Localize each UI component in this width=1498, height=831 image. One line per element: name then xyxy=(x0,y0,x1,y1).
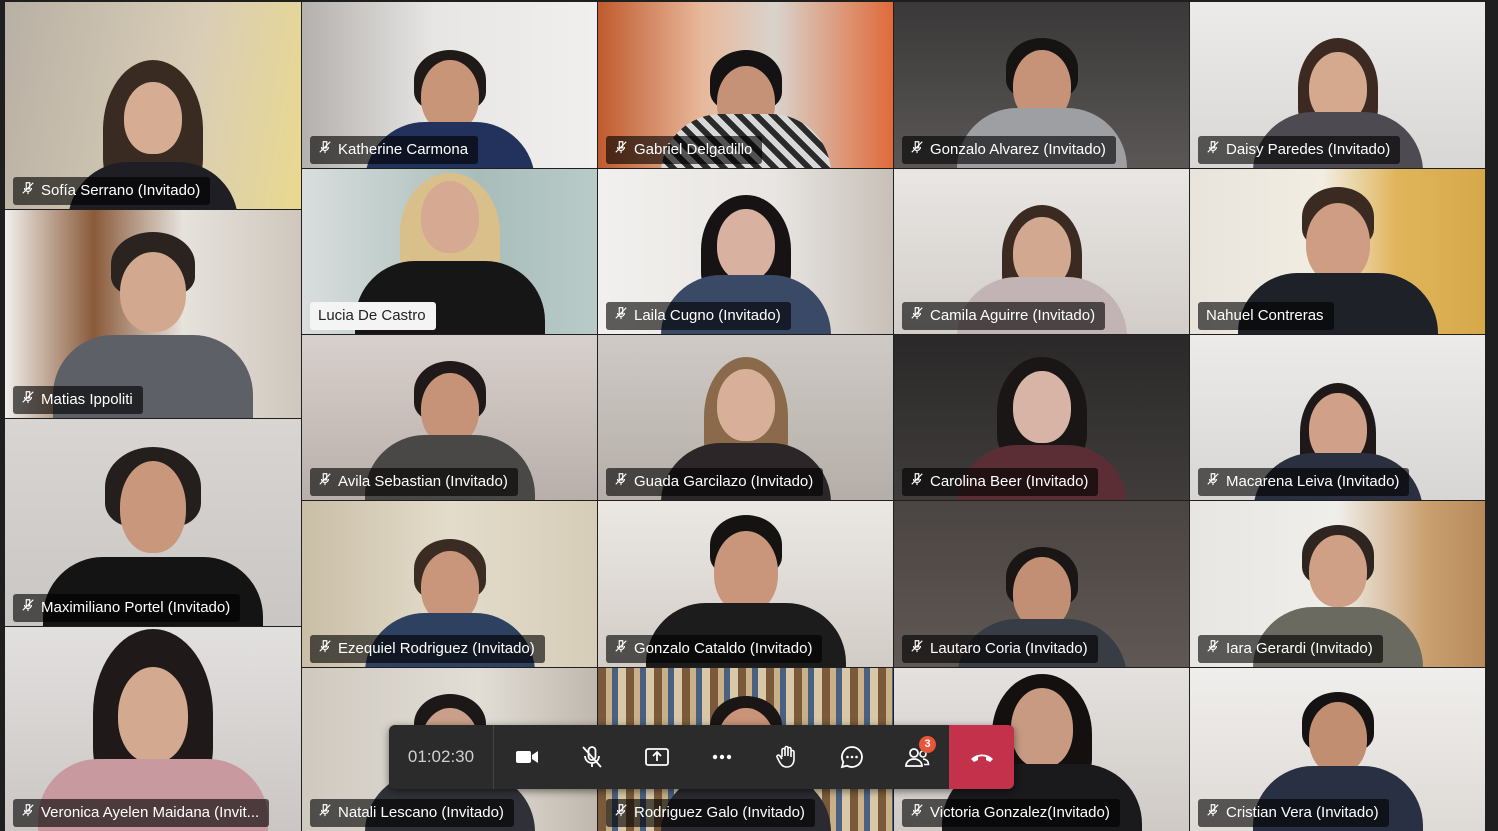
participant-name: Laila Cugno (Invitado) xyxy=(606,302,791,330)
mic-off-icon xyxy=(21,386,35,414)
mic-button[interactable] xyxy=(559,725,624,789)
mic-off-icon xyxy=(614,136,628,164)
raise-hand-icon xyxy=(775,745,795,768)
mic-off-icon xyxy=(581,746,602,768)
mic-off-icon xyxy=(318,136,332,164)
leave-call-button[interactable] xyxy=(949,725,1014,789)
meeting-toolbar: 01:02:30 3 xyxy=(389,725,1014,789)
participant-name: Macarena Leiva (Invitado) xyxy=(1198,468,1410,496)
more-icon xyxy=(712,754,731,760)
mic-off-icon xyxy=(1206,136,1220,164)
video-tile-gonzalo-cataldo[interactable]: Gonzalo Cataldo (Invitado) xyxy=(598,501,893,667)
mic-off-icon xyxy=(318,468,332,496)
participant-name: Gabriel Delgadillo xyxy=(606,136,763,164)
hang-up-icon xyxy=(970,754,993,762)
meeting-timer: 01:02:30 xyxy=(389,725,494,789)
participant-name: Gonzalo Cataldo (Invitado) xyxy=(606,635,823,663)
share-screen-icon xyxy=(644,748,669,766)
video-tile-maximiliano-portel[interactable]: Maximiliano Portel (Invitado) xyxy=(5,419,301,626)
mic-off-icon xyxy=(614,635,628,663)
mic-off-icon xyxy=(614,302,628,330)
participant-name: Matias Ippoliti xyxy=(13,386,143,414)
participant-name: Ezequiel Rodriguez (Invitado) xyxy=(310,635,545,663)
video-tile-guada-garcilazo[interactable]: Guada Garcilazo (Invitado) xyxy=(598,335,893,500)
mic-off-icon xyxy=(1206,468,1220,496)
mic-off-icon xyxy=(318,635,332,663)
video-tile-daisy-paredes[interactable]: Daisy Paredes (Invitado) xyxy=(1190,2,1485,168)
video-tile-gabriel-delgadillo[interactable]: Gabriel Delgadillo xyxy=(598,2,893,168)
video-tile-macarena-leiva[interactable]: Macarena Leiva (Invitado) xyxy=(1190,335,1485,500)
mic-off-icon xyxy=(1206,635,1220,663)
mic-off-icon xyxy=(910,136,924,164)
camera-icon xyxy=(515,751,538,763)
video-tile-veronica-maidana[interactable]: Veronica Ayelen Maidana (Invit... xyxy=(5,627,301,831)
more-options-button[interactable] xyxy=(689,725,754,789)
participant-name: Sofía Serrano (Invitado) xyxy=(13,177,211,205)
participant-name: Lautaro Coria (Invitado) xyxy=(902,635,1098,663)
mic-off-icon xyxy=(1206,799,1220,827)
participant-name: Gonzalo Alvarez (Invitado) xyxy=(902,136,1116,164)
participant-name: Avila Sebastian (Invitado) xyxy=(310,468,518,496)
video-tile-nahuel-contreras[interactable]: Nahuel Contreras xyxy=(1190,169,1485,334)
video-tile-ezequiel-rodriguez[interactable]: Ezequiel Rodriguez (Invitado) xyxy=(302,501,597,667)
mic-off-icon xyxy=(318,799,332,827)
participant-name: Cristian Vera (Invitado) xyxy=(1198,799,1389,827)
mic-off-icon xyxy=(614,799,628,827)
participant-name: Camila Aguirre (Invitado) xyxy=(902,302,1106,330)
video-tile-lautaro-coria[interactable]: Lautaro Coria (Invitado) xyxy=(894,501,1189,667)
mic-off-icon xyxy=(21,594,35,622)
participants-button[interactable]: 3 xyxy=(884,725,949,789)
participant-name: Natali Lescano (Invitado) xyxy=(310,799,514,827)
camera-button[interactable] xyxy=(494,725,559,789)
participant-name: Daisy Paredes (Invitado) xyxy=(1198,136,1401,164)
mic-off-icon xyxy=(614,468,628,496)
video-tile-carolina-beer[interactable]: Carolina Beer (Invitado) xyxy=(894,335,1189,500)
participants-badge: 3 xyxy=(919,736,936,753)
mic-off-icon xyxy=(910,302,924,330)
mic-off-icon xyxy=(21,177,35,205)
participant-name: Maximiliano Portel (Invitado) xyxy=(13,594,241,622)
raise-hand-button[interactable] xyxy=(754,725,819,789)
participant-name: Nahuel Contreras xyxy=(1198,302,1334,330)
video-tile-sofia-serrano[interactable]: Sofía Serrano (Invitado) xyxy=(5,2,301,209)
video-tile-cristian-vera[interactable]: Cristian Vera (Invitado) xyxy=(1190,668,1485,831)
video-tile-matias-ippoliti[interactable]: Matias Ippoliti xyxy=(5,210,301,418)
video-tile-katherine-carmona[interactable]: Katherine Carmona xyxy=(302,2,597,168)
participant-name: Lucia De Castro xyxy=(310,302,436,330)
video-tile-iara-gerardi[interactable]: Iara Gerardi (Invitado) xyxy=(1190,501,1485,667)
video-tile-lucia-de-castro[interactable]: Lucia De Castro xyxy=(302,169,597,334)
mic-off-icon xyxy=(910,799,924,827)
participant-name: Victoria Gonzalez(Invitado) xyxy=(902,799,1120,827)
participant-name: Katherine Carmona xyxy=(310,136,479,164)
share-screen-button[interactable] xyxy=(624,725,689,789)
mic-off-icon xyxy=(910,635,924,663)
video-tile-camila-aguirre[interactable]: Camila Aguirre (Invitado) xyxy=(894,169,1189,334)
participant-name: Iara Gerardi (Invitado) xyxy=(1198,635,1383,663)
video-tile-avila-sebastian[interactable]: Avila Sebastian (Invitado) xyxy=(302,335,597,500)
participant-name: Carolina Beer (Invitado) xyxy=(902,468,1099,496)
participant-name: Rodriguez Galo (Invitado) xyxy=(606,799,815,827)
participant-name: Guada Garcilazo (Invitado) xyxy=(606,468,824,496)
participant-name: Veronica Ayelen Maidana (Invit... xyxy=(13,799,270,827)
chat-button[interactable] xyxy=(819,725,884,789)
video-tile-gonzalo-alvarez[interactable]: Gonzalo Alvarez (Invitado) xyxy=(894,2,1189,168)
mic-off-icon xyxy=(910,468,924,496)
video-tile-laila-cugno[interactable]: Laila Cugno (Invitado) xyxy=(598,169,893,334)
chat-icon xyxy=(840,746,863,769)
mic-off-icon xyxy=(21,799,35,827)
